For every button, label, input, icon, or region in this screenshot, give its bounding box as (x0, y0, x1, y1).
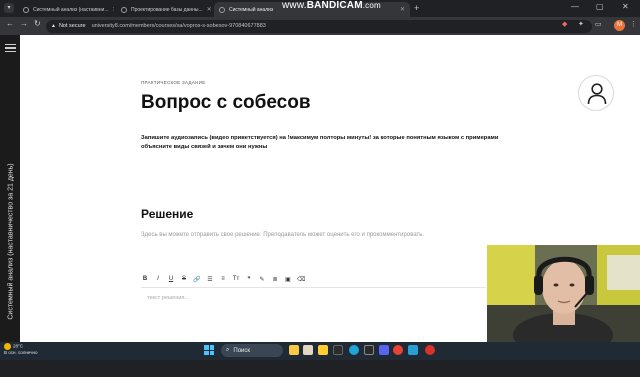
lesson-type-label: ПРАКТИЧЕСКОЕ ЗАДАНИЕ (141, 80, 206, 85)
app-icon-1[interactable] (289, 345, 299, 355)
task-description: Запишите аудиозапись (видео приветствует… (141, 135, 499, 150)
forward-arrow-icon[interactable]: → (20, 19, 28, 28)
back-arrow-icon[interactable]: ← (6, 19, 14, 28)
underline-button[interactable]: U (167, 276, 175, 282)
tab-search-button[interactable]: ▾ (4, 3, 14, 13)
strikethrough-button[interactable]: S (180, 276, 188, 282)
user-avatar[interactable] (578, 75, 614, 111)
page-title: Вопрос с собесов (141, 92, 311, 113)
url-text: university8.com/members/courses/sa/vopro… (91, 23, 266, 29)
app-icon-5[interactable] (379, 345, 389, 355)
solution-heading: Решение (141, 207, 194, 221)
webcam-overlay (487, 245, 640, 342)
sun-icon (4, 343, 11, 350)
solution-hint: Здесь вы можете отправить свое решение. … (141, 232, 425, 238)
webcam-person-image (487, 245, 640, 342)
quote-button[interactable]: ❞ (245, 276, 253, 283)
profile-avatar[interactable]: M (614, 20, 625, 31)
maximize-button[interactable]: ▢ (596, 2, 604, 11)
edge-icon[interactable] (349, 345, 359, 355)
search-icon: ⌕ (226, 347, 230, 353)
image-button[interactable]: ▣ (284, 276, 292, 283)
bold-button[interactable]: B (141, 276, 149, 282)
editor-toolbar: B I U S 🔗 ☰ ≡ Tт ❞ ✎ ≣ ▣ ⌫ (141, 274, 306, 284)
app-icon-2[interactable] (303, 345, 313, 355)
highlight-button[interactable]: ✎ (258, 276, 266, 283)
close-tab-icon[interactable]: ✕ (109, 6, 114, 13)
weather-widget[interactable]: 28°C В осн. солнечно (4, 343, 38, 356)
course-title-vertical: Системный анализ (наставничество за 21 д… (7, 163, 15, 320)
menu-kebab-icon[interactable]: ⋮ (630, 20, 637, 28)
warning-icon: ▲ (51, 23, 56, 29)
close-tab-icon[interactable]: ✕ (203, 6, 212, 13)
clear-format-button[interactable]: ⌫ (297, 276, 305, 283)
side-panel-icon[interactable]: ▭ (595, 20, 602, 28)
taskbar-search[interactable]: ⌕ Поиск (221, 344, 283, 357)
globe-icon (219, 6, 225, 13)
align-button[interactable]: ≣ (271, 276, 279, 283)
recorder-watermark: www.BANDICAM.com (282, 0, 381, 11)
reload-icon[interactable]: ↻ (34, 19, 41, 28)
new-tab-button[interactable]: + (414, 3, 419, 13)
close-tab-icon[interactable]: ✕ (396, 6, 405, 13)
globe-icon (23, 6, 29, 13)
address-bar[interactable]: ▲ Not secure university8.com/members/cour… (46, 19, 592, 33)
app-icon-4[interactable] (364, 345, 374, 355)
extension-icon[interactable]: ◆ (562, 20, 567, 28)
italic-button[interactable]: I (154, 276, 162, 282)
text-size-button[interactable]: Tт (232, 276, 240, 282)
telegram-icon[interactable] (408, 345, 418, 355)
ordered-list-button[interactable]: ☰ (206, 276, 214, 283)
close-window-button[interactable]: ✕ (622, 2, 629, 11)
tab-system-analysis-course[interactable]: Системный анализ (настаивни... ✕ (18, 2, 114, 17)
hamburger-menu-icon[interactable] (5, 44, 16, 52)
user-icon (587, 83, 607, 105)
chrome-icon[interactable] (393, 345, 403, 355)
editor-placeholder: текст решения... (147, 295, 190, 301)
solution-editor[interactable]: текст решения... (141, 287, 486, 342)
globe-icon (121, 6, 127, 13)
recorder-icon[interactable] (425, 345, 435, 355)
extensions-puzzle-icon[interactable]: ✦ (578, 20, 584, 28)
app-icon-3[interactable] (333, 345, 343, 355)
bullet-list-button[interactable]: ≡ (219, 276, 227, 282)
file-explorer-icon[interactable] (318, 345, 328, 355)
tab-database-design[interactable]: Проектирование базы данны... ✕ (116, 2, 212, 17)
link-button[interactable]: 🔗 (193, 276, 201, 283)
minimize-button[interactable]: — (571, 2, 579, 11)
windows-start-icon[interactable] (204, 345, 214, 355)
security-indicator[interactable]: ▲ Not secure (51, 23, 86, 29)
